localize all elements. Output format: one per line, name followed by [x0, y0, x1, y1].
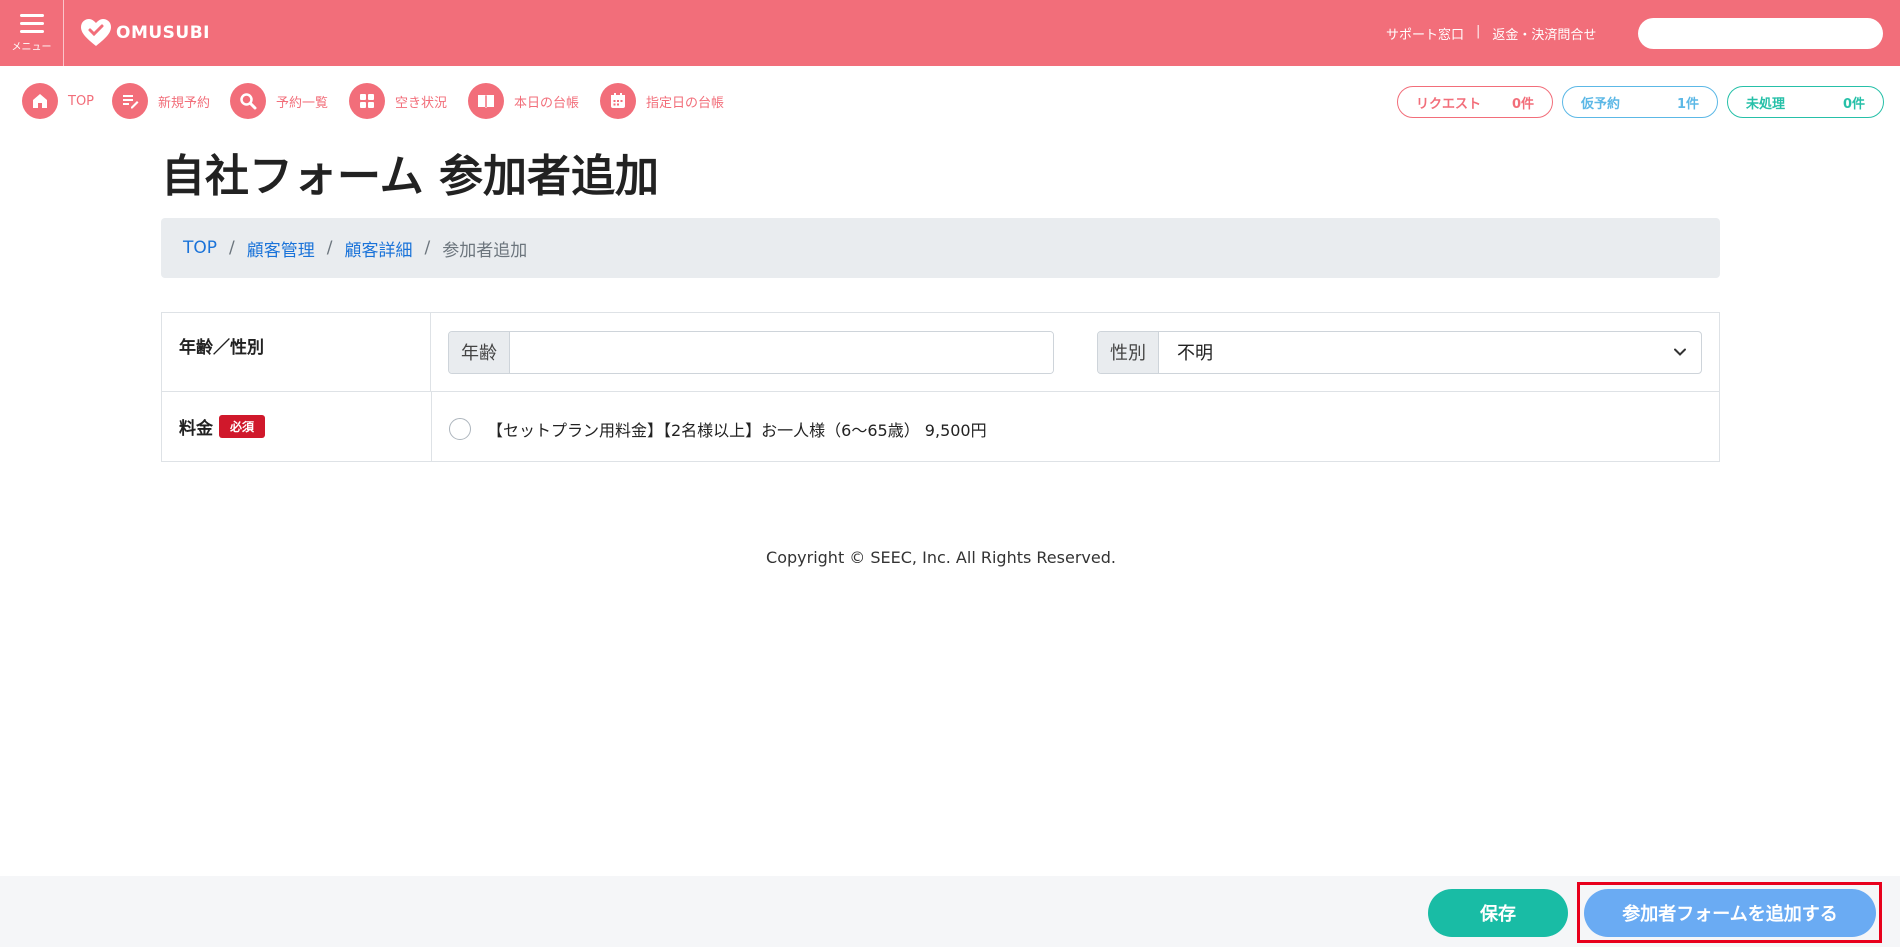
- nav-label: 指定日の台帳: [646, 95, 725, 111]
- age-gender-row: 年齢／性別 年齢 性別 不明: [162, 313, 1719, 392]
- participant-form: 年齢／性別 年齢 性別 不明 料金 必須 【セットプラン用料金】【2名様以上】お…: [161, 312, 1720, 462]
- support-link[interactable]: サポート窓口: [1386, 24, 1464, 43]
- gender-addon: 性別: [1098, 331, 1159, 373]
- add-participant-form-button[interactable]: 参加者フォームを追加する: [1584, 889, 1876, 937]
- breadcrumb-current: 参加者追加: [442, 240, 528, 261]
- fee-label: 料金: [179, 419, 213, 439]
- nav-item-top[interactable]: TOP: [22, 83, 94, 119]
- refund-link[interactable]: 返金・決済問合せ: [1492, 24, 1596, 43]
- search-icon: [230, 83, 266, 119]
- grid-icon: [349, 83, 385, 119]
- age-input-group: 年齢: [448, 330, 1054, 374]
- home-icon: [22, 83, 58, 119]
- save-button[interactable]: 保存: [1428, 889, 1568, 937]
- book-icon: [468, 83, 504, 119]
- request-count-badge[interactable]: リクエスト 0件: [1397, 86, 1553, 118]
- breadcrumb-top[interactable]: TOP: [183, 238, 217, 258]
- breadcrumb-separator: /: [424, 238, 431, 258]
- required-badge: 必須: [219, 415, 266, 438]
- fee-row: 料金 必須 【セットプラン用料金】【2名様以上】お一人様（6〜65歳） 9,50…: [162, 392, 1719, 461]
- badge-label: 仮予約: [1581, 96, 1621, 112]
- age-gender-label: 年齢／性別: [162, 313, 431, 391]
- nav-item-today-ledger[interactable]: 本日の台帳: [468, 83, 579, 119]
- nav-item-reservation-list[interactable]: 予約一覧: [230, 83, 328, 119]
- nav-label: 予約一覧: [276, 95, 329, 111]
- header-links: サポート窓口 | 返金・決済問合せ: [1386, 24, 1596, 43]
- logo[interactable]: OMUSUBI: [80, 18, 210, 48]
- breadcrumb-separator: /: [229, 238, 235, 258]
- quick-nav: TOP 新規予約 予約一覧 空き状況 本日の台帳 指定日の台帳 リクエスト 0件: [0, 66, 1900, 136]
- nav-item-date-ledger[interactable]: 指定日の台帳: [600, 83, 724, 119]
- logo-text: OMUSUBI: [116, 23, 211, 43]
- edit-icon: [112, 83, 148, 119]
- fee-option-label: 【セットプラン用料金】【2名様以上】お一人様（6〜65歳） 9,500円: [487, 420, 987, 440]
- copyright: Copyright © SEEC, Inc. All Rights Reserv…: [766, 548, 1116, 567]
- header-separator: |: [1476, 24, 1481, 39]
- age-input[interactable]: [510, 331, 1053, 373]
- badge-count: 1件: [1676, 96, 1699, 112]
- badge-label: リクエスト: [1416, 96, 1482, 112]
- menu-button[interactable]: メニュー: [0, 0, 64, 66]
- nav-label: 本日の台帳: [514, 95, 580, 111]
- nav-item-availability[interactable]: 空き状況: [349, 83, 447, 119]
- badge-count: 0件: [1511, 96, 1534, 112]
- nav-label: TOP: [68, 93, 95, 109]
- temporary-reservation-badge[interactable]: 仮予約 1件: [1562, 86, 1718, 118]
- breadcrumb-separator: /: [326, 238, 333, 258]
- chevron-down-icon: [1674, 348, 1686, 356]
- hamburger-icon: [19, 13, 44, 33]
- heart-logo-icon: [81, 19, 111, 46]
- badge-count: 0件: [1842, 96, 1865, 112]
- fee-option[interactable]: 【セットプラン用料金】【2名様以上】お一人様（6〜65歳） 9,500円: [449, 417, 987, 441]
- menu-label: メニュー: [11, 41, 52, 53]
- breadcrumb-customer-detail[interactable]: 顧客詳細: [345, 236, 413, 261]
- nav-label: 空き状況: [395, 95, 448, 111]
- page-title: 自社フォーム 参加者追加: [161, 151, 659, 202]
- fee-option-radio[interactable]: [449, 417, 471, 440]
- header-search-input[interactable]: [1638, 18, 1883, 49]
- gender-input-group: 性別 不明: [1097, 330, 1702, 374]
- breadcrumb-customer-management[interactable]: 顧客管理: [247, 236, 315, 261]
- badge-label: 未処理: [1746, 96, 1786, 112]
- nav-label: 新規予約: [158, 95, 211, 111]
- gender-select[interactable]: 不明: [1159, 332, 1701, 373]
- age-addon: 年齢: [449, 331, 510, 373]
- unprocessed-badge[interactable]: 未処理 0件: [1727, 86, 1884, 118]
- nav-item-new-reservation[interactable]: 新規予約: [112, 83, 210, 119]
- calendar-icon: [600, 83, 636, 119]
- gender-selected-value: 不明: [1177, 343, 1213, 364]
- top-header: メニュー OMUSUBI サポート窓口 | 返金・決済問合せ: [0, 0, 1900, 66]
- breadcrumb: TOP / 顧客管理 / 顧客詳細 / 参加者追加: [161, 218, 1720, 278]
